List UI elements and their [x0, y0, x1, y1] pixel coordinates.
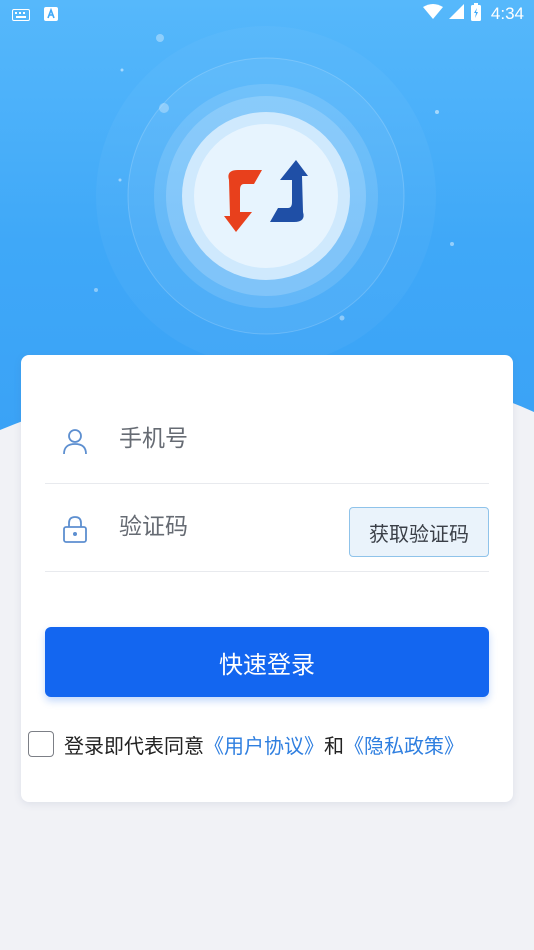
- lock-icon: [61, 515, 89, 543]
- phone-field-row: [45, 395, 489, 484]
- agreement-conjunction: 和: [324, 733, 344, 758]
- privacy-policy-link[interactable]: 《隐私政策》: [344, 730, 464, 759]
- agreement-checkbox[interactable]: [28, 731, 54, 757]
- code-field-row: 获取验证码: [45, 483, 489, 572]
- quick-login-button[interactable]: 快速登录: [45, 627, 489, 697]
- code-input[interactable]: [119, 509, 339, 545]
- agreement-row: 登录即代表同意 《用户协议》 和 《隐私政策》: [28, 729, 508, 759]
- get-code-button[interactable]: 获取验证码: [349, 507, 489, 557]
- login-card: 获取验证码 快速登录 登录即代表同意 《用户协议》 和 《隐私政策》: [21, 355, 513, 802]
- user-icon: [61, 427, 89, 455]
- phone-input[interactable]: [119, 421, 339, 457]
- user-agreement-link[interactable]: 《用户协议》: [204, 730, 324, 759]
- agreement-prefix: 登录即代表同意: [64, 733, 204, 758]
- brand-logo-icon: [224, 160, 308, 232]
- brand-logo: [0, 0, 534, 404]
